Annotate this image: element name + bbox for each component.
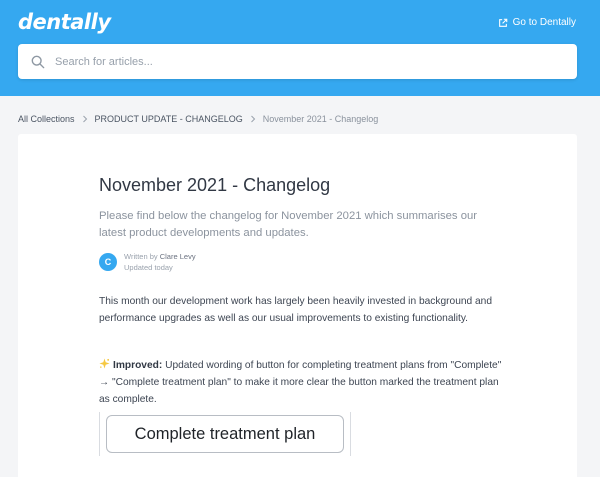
go-to-dentally-label: Go to Dentally: [512, 17, 576, 28]
screenshot-image: Complete treatment plan: [99, 412, 351, 456]
intro-paragraph: This month our development work has larg…: [99, 296, 493, 324]
avatar: C: [99, 253, 117, 271]
breadcrumb: All Collections PRODUCT UPDATE - CHANGEL…: [18, 114, 378, 124]
breadcrumb-product-update[interactable]: PRODUCT UPDATE - CHANGELOG: [95, 114, 243, 124]
author-name: Clare Levy: [159, 252, 196, 261]
author-meta: Written by Clare Levy Updated today: [124, 251, 196, 273]
breadcrumb-current: November 2021 - Changelog: [262, 114, 379, 124]
written-by-label: Written by: [124, 252, 158, 261]
external-link-icon: [498, 18, 507, 27]
go-to-dentally-link[interactable]: Go to Dentally: [498, 17, 576, 28]
improved-label: Improved:: [113, 360, 163, 371]
breadcrumb-all-collections[interactable]: All Collections: [18, 114, 75, 124]
chevron-right-icon: [82, 115, 87, 123]
improved-paragraph: Improved: Updated wording of button for …: [99, 357, 509, 408]
article-description: Please find below the changelog for Nove…: [99, 210, 478, 239]
search-input[interactable]: [55, 46, 535, 77]
article-card: November 2021 - Changelog Please find be…: [18, 134, 577, 477]
header: dentally Go to Dentally: [0, 0, 600, 96]
search-icon: [31, 55, 45, 68]
chevron-right-icon: [250, 115, 255, 123]
article-title: November 2021 - Changelog: [99, 175, 331, 195]
author-line: Written by Clare Levy: [124, 251, 196, 262]
updated-label: Updated today: [124, 263, 173, 272]
author-info: C Written by Clare Levy Updated today: [99, 251, 196, 273]
sparkle-icon: [99, 358, 110, 369]
logo[interactable]: dentally: [18, 10, 111, 34]
search-bar[interactable]: [18, 44, 577, 79]
complete-treatment-plan-screenshot: Complete treatment plan: [106, 415, 344, 453]
